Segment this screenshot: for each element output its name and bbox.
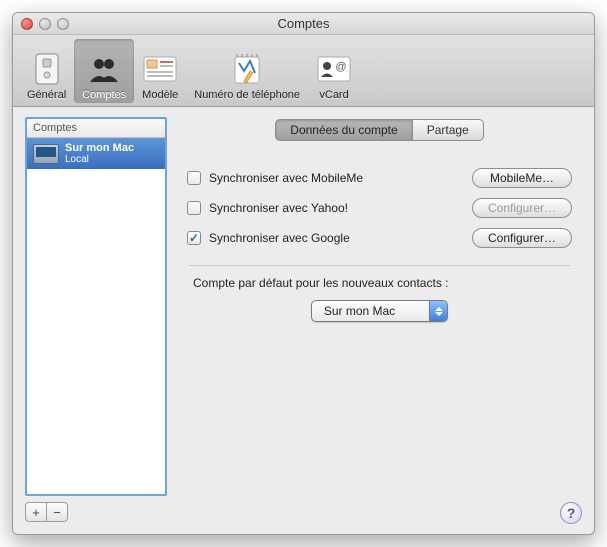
zoom-button[interactable] [57, 18, 69, 30]
toolbar-item-vcard[interactable]: @ vCard [308, 39, 360, 103]
list-item-title: Sur mon Mac [65, 142, 134, 154]
toolbar-item-general[interactable]: Général [19, 39, 74, 103]
minimize-button[interactable] [39, 18, 51, 30]
select-value: Sur mon Mac [312, 304, 429, 318]
close-button[interactable] [21, 18, 33, 30]
configure-google-button[interactable]: Configurer… [472, 228, 572, 248]
checkbox-yahoo[interactable] [187, 201, 201, 215]
notepad-icon [229, 51, 265, 87]
list-item-text: Sur mon Mac Local [65, 142, 134, 165]
sync-label: Synchroniser avec Google [209, 231, 350, 245]
sync-label: Synchroniser avec MobileMe [209, 171, 363, 185]
sync-row-mobileme: Synchroniser avec MobileMe MobileMe… [185, 163, 574, 193]
configure-mobileme-button[interactable]: MobileMe… [472, 168, 572, 188]
list-item-subtitle: Local [65, 154, 134, 165]
chevron-updown-icon [429, 301, 447, 321]
toolbar-item-phone[interactable]: Numéro de téléphone [186, 39, 308, 103]
tab-bar: Données du compte Partage [177, 119, 582, 141]
sync-row-yahoo: Synchroniser avec Yahoo! Configurer… [185, 193, 574, 223]
svg-text:@: @ [335, 61, 346, 73]
people-icon [86, 51, 122, 87]
sidebar: Comptes Sur mon Mac Local + − [25, 117, 167, 522]
preferences-window: Comptes Général [12, 12, 595, 535]
toolbar-label: Numéro de téléphone [194, 89, 300, 101]
toolbar-label: Modèle [142, 89, 178, 101]
switch-icon [29, 51, 65, 87]
detail-panel: Données du compte Partage Synchroniser a… [177, 117, 582, 522]
toolbar-label: Comptes [82, 89, 126, 101]
divider [189, 265, 570, 266]
accounts-list[interactable]: Comptes Sur mon Mac Local [25, 117, 167, 496]
window-title: Comptes [13, 16, 594, 31]
help-button[interactable]: ? [560, 502, 582, 524]
sync-options: Synchroniser avec MobileMe MobileMe… Syn… [185, 163, 574, 322]
computer-icon [33, 144, 59, 164]
toolbar-label: vCard [319, 89, 348, 101]
default-account-select[interactable]: Sur mon Mac [311, 300, 448, 322]
vcard-icon: @ [316, 51, 352, 87]
toolbar: Général Comptes [13, 35, 594, 107]
add-button[interactable]: + [25, 502, 47, 522]
sync-label: Synchroniser avec Yahoo! [209, 201, 348, 215]
titlebar: Comptes [13, 13, 594, 35]
add-remove-controls: + − [25, 502, 167, 522]
toolbar-item-template[interactable]: Modèle [134, 39, 186, 103]
toolbar-label: Général [27, 89, 66, 101]
sync-row-google: Synchroniser avec Google Configurer… [185, 223, 574, 253]
content-area: Comptes Sur mon Mac Local + − [13, 107, 594, 534]
window-controls [13, 18, 69, 30]
list-header: Comptes [27, 119, 165, 138]
toolbar-item-accounts[interactable]: Comptes [74, 39, 134, 103]
tab-sharing[interactable]: Partage [412, 119, 484, 141]
default-account-label: Compte par défaut pour les nouveaux cont… [185, 276, 574, 290]
checkbox-mobileme[interactable] [187, 171, 201, 185]
tab-account-data[interactable]: Données du compte [275, 119, 412, 141]
list-item[interactable]: Sur mon Mac Local [27, 138, 165, 169]
configure-yahoo-button: Configurer… [472, 198, 572, 218]
checkbox-google[interactable] [187, 231, 201, 245]
card-icon [142, 51, 178, 87]
remove-button[interactable]: − [46, 502, 68, 522]
